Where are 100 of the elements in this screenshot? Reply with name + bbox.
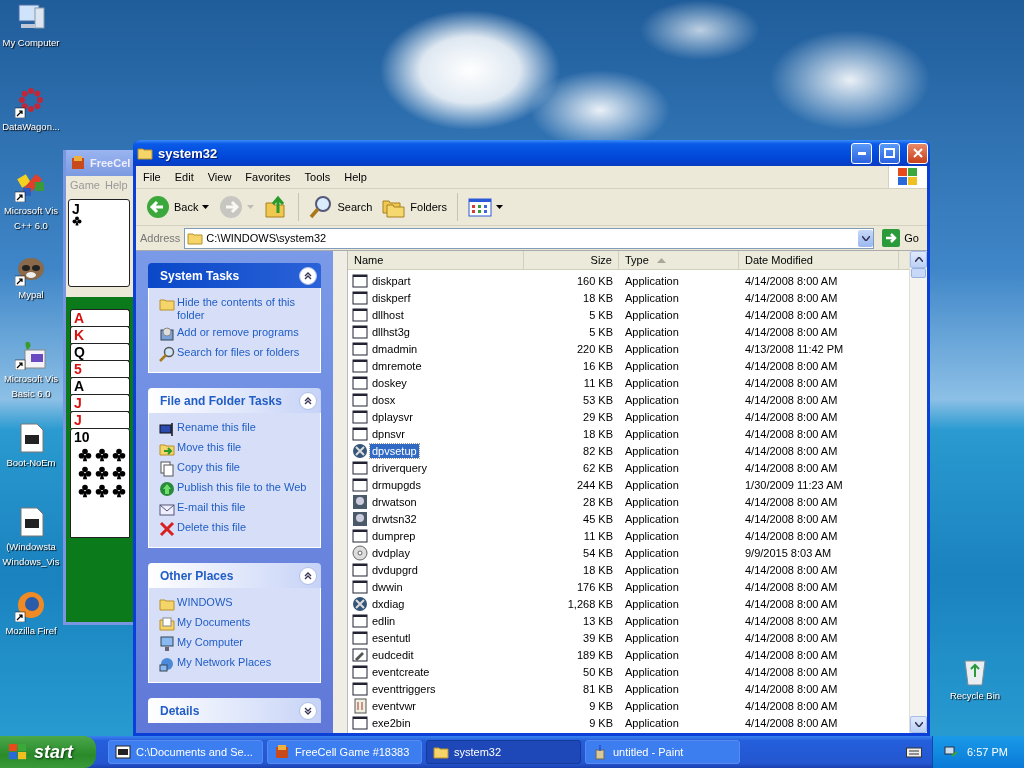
file-size: 13 KB	[582, 614, 614, 627]
collapse-button[interactable]	[299, 266, 317, 285]
file-name[interactable]: dumprep	[370, 528, 418, 543]
playing-card[interactable]: Q	[70, 343, 130, 360]
panel-header[interactable]: System Tasks	[148, 263, 321, 288]
menu-item[interactable]: File	[136, 171, 168, 183]
file-name[interactable]: doskey	[370, 375, 409, 390]
task-link[interactable]: My Documents	[159, 616, 312, 632]
search-button[interactable]: Search	[305, 193, 377, 221]
task-link[interactable]: My Computer	[159, 636, 312, 652]
task-link[interactable]: Delete this file	[159, 521, 312, 537]
file-name[interactable]: eudcedit	[370, 647, 416, 662]
maximize-button[interactable]	[879, 142, 900, 164]
minimize-button[interactable]	[851, 142, 872, 164]
file-name[interactable]: diskperf	[370, 290, 413, 305]
file-type: Application	[624, 359, 680, 372]
dropdown-button[interactable]	[858, 229, 874, 247]
task-link[interactable]: Publish this file to the Web	[159, 481, 312, 497]
file-name[interactable]: eventvwr	[370, 698, 419, 713]
address-field[interactable]: C:\WINDOWS\system32	[184, 227, 875, 249]
file-name[interactable]: dwwin	[370, 579, 405, 594]
taskbar-button[interactable]: C:\Documents and Se...	[108, 740, 263, 764]
menu-item[interactable]: Edit	[167, 171, 201, 183]
menu-item[interactable]: Tools	[297, 171, 338, 183]
panel-header[interactable]: Details	[148, 698, 321, 723]
start-button[interactable]: start	[0, 736, 96, 768]
file-name[interactable]: eventtriggers	[370, 681, 438, 696]
file-name[interactable]: dvdupgrd	[370, 562, 420, 577]
collapse-button[interactable]	[299, 566, 317, 585]
taskbar-button[interactable]: untitled - Paint	[585, 740, 740, 764]
keyboard-icon[interactable]	[906, 746, 922, 758]
network-tray-icon[interactable]	[943, 744, 959, 760]
desktop-icon-label[interactable]: Windows_Vis	[2, 556, 60, 568]
playing-card[interactable]: 5	[70, 360, 130, 377]
desktop-icon-label[interactable]: (Windowsta	[6, 541, 56, 553]
task-link[interactable]: Rename this file	[159, 421, 312, 437]
file-name[interactable]: exe2bin	[370, 715, 413, 730]
file-name[interactable]: esentutl	[370, 630, 413, 645]
file-name[interactable]: dllhst3g	[370, 324, 412, 339]
file-name[interactable]: dpvsetup	[370, 443, 419, 458]
column-header[interactable]: Name	[348, 251, 524, 269]
desktop-icon-label[interactable]: C++ 6.0	[14, 220, 48, 232]
file-name[interactable]: diskpart	[370, 273, 413, 288]
playing-card[interactable]: A	[70, 309, 130, 326]
desktop-icon-label[interactable]: Microsoft Vis	[3, 205, 59, 217]
file-name[interactable]: dosx	[370, 392, 398, 407]
column-header[interactable]: Type	[619, 251, 739, 269]
double-chevron-down-icon	[304, 706, 312, 715]
column-header[interactable]: Date Modified	[739, 251, 899, 269]
menu-item[interactable]: Favorites	[238, 171, 298, 183]
task-link[interactable]: Move this file	[159, 441, 312, 457]
back-button[interactable]: Back	[142, 193, 214, 221]
playing-card[interactable]: J	[68, 199, 130, 287]
file-name[interactable]: driverquery	[370, 460, 430, 475]
task-link[interactable]: Search for files or folders	[159, 346, 312, 362]
file-name[interactable]: dmadmin	[370, 341, 420, 356]
folders-button[interactable]: Folders	[378, 193, 451, 221]
firefox-icon[interactable]	[15, 590, 47, 622]
task-link[interactable]: E-mail this file	[159, 501, 312, 517]
file-name[interactable]: edlin	[370, 613, 398, 628]
menu-item[interactable]: Help	[337, 171, 374, 183]
file-name[interactable]: dllhost	[370, 307, 406, 322]
panel-header[interactable]: File and Folder Tasks	[148, 388, 321, 413]
file-name[interactable]: drwatson	[370, 494, 419, 509]
taskbar-button[interactable]: FreeCell Game #18383	[267, 740, 422, 764]
file-name[interactable]: dmremote	[370, 358, 424, 373]
file-name[interactable]: eventcreate	[370, 664, 432, 679]
go-button[interactable]: Go	[878, 229, 923, 247]
file-name[interactable]: dplaysvr	[370, 409, 415, 424]
task-link[interactable]: Hide the contents of this folder	[159, 296, 312, 322]
expand-button[interactable]	[299, 701, 317, 720]
file-name[interactable]: drmupgds	[370, 477, 423, 492]
file-name[interactable]: dxdiag	[370, 596, 407, 611]
menu-item[interactable]: View	[200, 171, 239, 183]
scroll-up-button[interactable]	[910, 251, 927, 268]
scroll-thumb[interactable]	[911, 268, 926, 278]
playing-card[interactable]: K	[70, 326, 130, 343]
playing-card[interactable]: 10	[70, 428, 130, 538]
file-name[interactable]: drwtsn32	[370, 511, 419, 526]
task-link[interactable]: Copy this file	[159, 461, 312, 477]
panel-header[interactable]: Other Places	[148, 563, 321, 588]
task-link[interactable]: My Network Places	[159, 656, 312, 672]
scrollbar[interactable]	[333, 251, 348, 733]
desktop-icon-label[interactable]: Mozilla Firef	[5, 625, 57, 637]
playing-card[interactable]: J	[70, 394, 130, 411]
scroll-down-button[interactable]	[910, 716, 927, 733]
task-link[interactable]: WINDOWS	[159, 596, 312, 612]
scrollbar[interactable]	[909, 251, 927, 733]
desktop-icon-label[interactable]: My Computer	[2, 37, 60, 49]
playing-card[interactable]: J	[70, 411, 130, 428]
window-icon	[352, 272, 368, 289]
file-name[interactable]: dvdplay	[370, 545, 412, 560]
collapse-button[interactable]	[299, 391, 317, 410]
close-button[interactable]	[907, 142, 928, 164]
taskbar-button[interactable]: system32	[426, 740, 581, 764]
desktop-icon-label[interactable]: DataWagon...	[2, 121, 60, 133]
column-header[interactable]: Size	[524, 251, 619, 269]
task-link[interactable]: Add or remove programs	[159, 326, 312, 342]
playing-card[interactable]: A	[70, 377, 130, 394]
file-name[interactable]: dpnsvr	[370, 426, 408, 441]
